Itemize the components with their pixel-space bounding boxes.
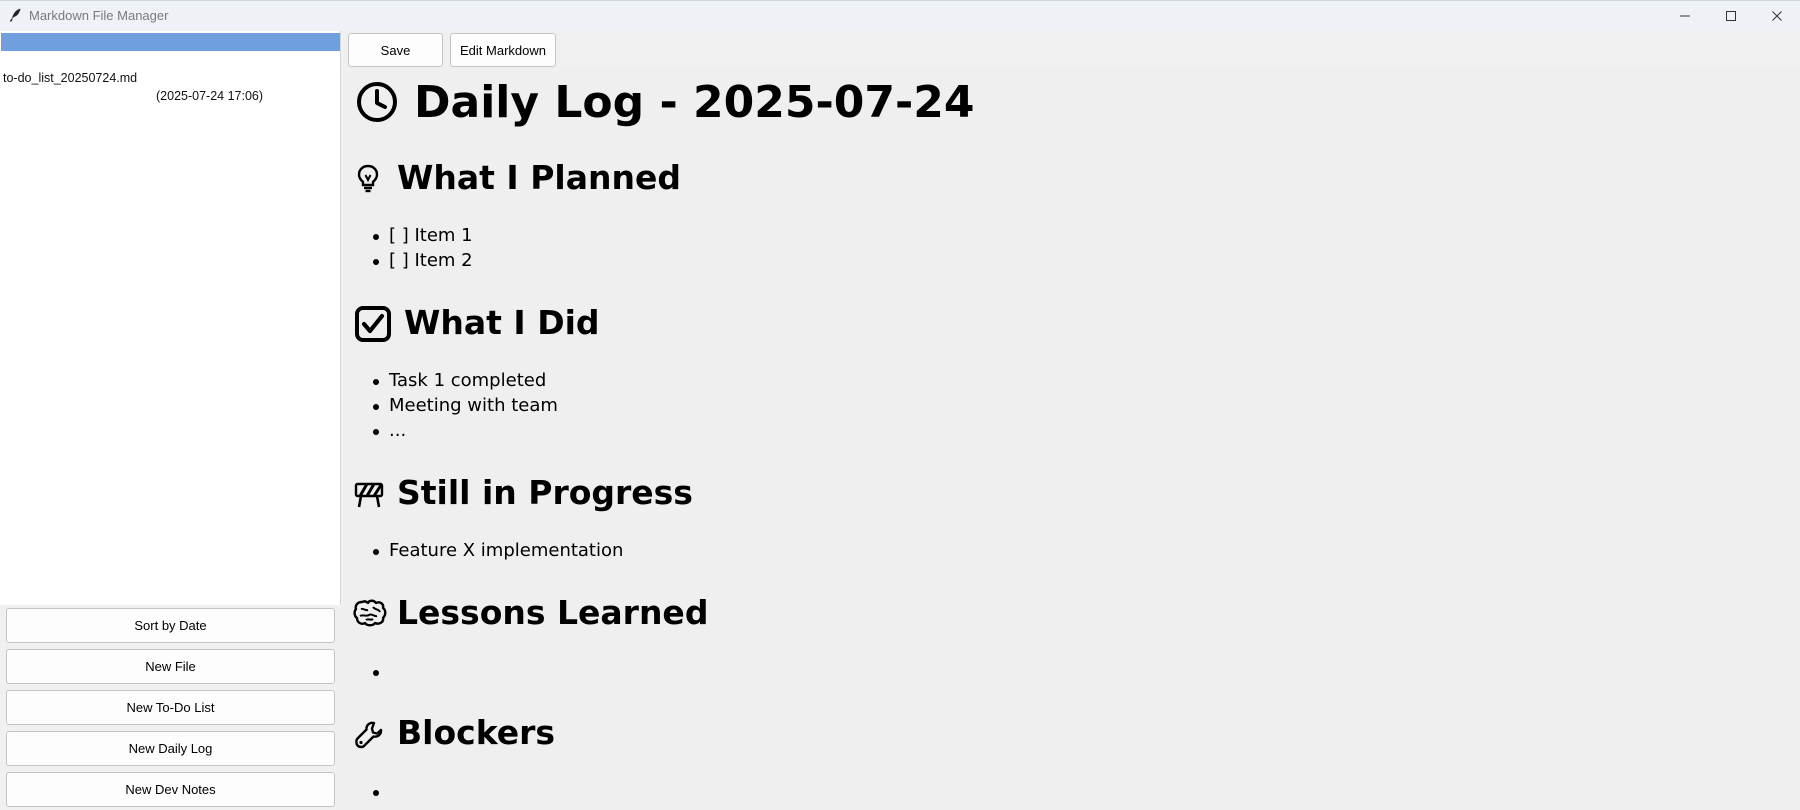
list-item: ... (389, 420, 407, 441)
bullet (373, 549, 379, 555)
file-list-item[interactable]: to-do_list_20250724.md (2025-07-24 17:06… (1, 51, 340, 103)
wrench-icon (355, 721, 383, 749)
minimize-icon (1680, 15, 1690, 17)
section-heading: Lessons Learned (397, 593, 709, 632)
construction-barrier-icon (354, 482, 384, 508)
edit-markdown-button[interactable]: Edit Markdown (450, 33, 556, 67)
new-daily-log-button[interactable]: New Daily Log (6, 731, 335, 766)
list-item: [ ] Item 1 (389, 225, 473, 246)
sort-by-date-button[interactable]: Sort by Date (6, 608, 335, 643)
file-name: to-do_list_20250724.md (3, 71, 138, 85)
feather-icon (9, 8, 21, 22)
list-item: Task 1 completed (389, 370, 547, 391)
minimize-button[interactable] (1662, 1, 1708, 31)
bullet (373, 670, 379, 676)
bullet (373, 429, 379, 435)
window-title: Markdown File Manager (29, 8, 169, 23)
clock-icon (357, 82, 397, 122)
list-item: Feature X implementation (389, 540, 624, 561)
file-list-item-selected[interactable]: daily_activity_log_20250724.md (2025-07-… (1, 33, 340, 85)
lightbulb-icon (357, 164, 379, 193)
file-list[interactable]: daily_activity_log_20250724.md (2025-07-… (0, 31, 341, 605)
document-title: Daily Log - 2025-07-24 (414, 77, 975, 128)
list-item: [ ] Item 2 (389, 250, 473, 271)
section-heading: What I Planned (397, 158, 681, 197)
save-button[interactable]: Save (348, 33, 443, 67)
section-heading: Blockers (397, 713, 556, 752)
maximize-icon (1726, 11, 1736, 21)
new-file-button[interactable]: New File (6, 649, 335, 684)
bullet (373, 234, 379, 240)
bullet (373, 790, 379, 796)
bullet (373, 404, 379, 410)
section-heading: What I Did (404, 303, 600, 342)
checkbox-icon (355, 306, 391, 342)
close-button[interactable] (1754, 1, 1800, 31)
new-dev-notes-button[interactable]: New Dev Notes (6, 772, 335, 807)
markdown-preview: Daily Log - 2025-07-24 What I Planned [ … (342, 68, 1800, 810)
file-date: (2025-07-24 17:06) (156, 89, 264, 103)
section-heading: Still in Progress (397, 473, 693, 512)
file-date: (2025-07-24 17:06) (197, 71, 305, 85)
bullet (373, 379, 379, 385)
close-icon (1772, 11, 1782, 21)
new-todo-list-button[interactable]: New To-Do List (6, 690, 335, 725)
bullet (373, 259, 379, 265)
list-item: Meeting with team (389, 395, 558, 416)
maximize-button[interactable] (1708, 1, 1754, 31)
title-bar: Markdown File Manager (0, 0, 1800, 30)
brain-icon (353, 599, 387, 627)
